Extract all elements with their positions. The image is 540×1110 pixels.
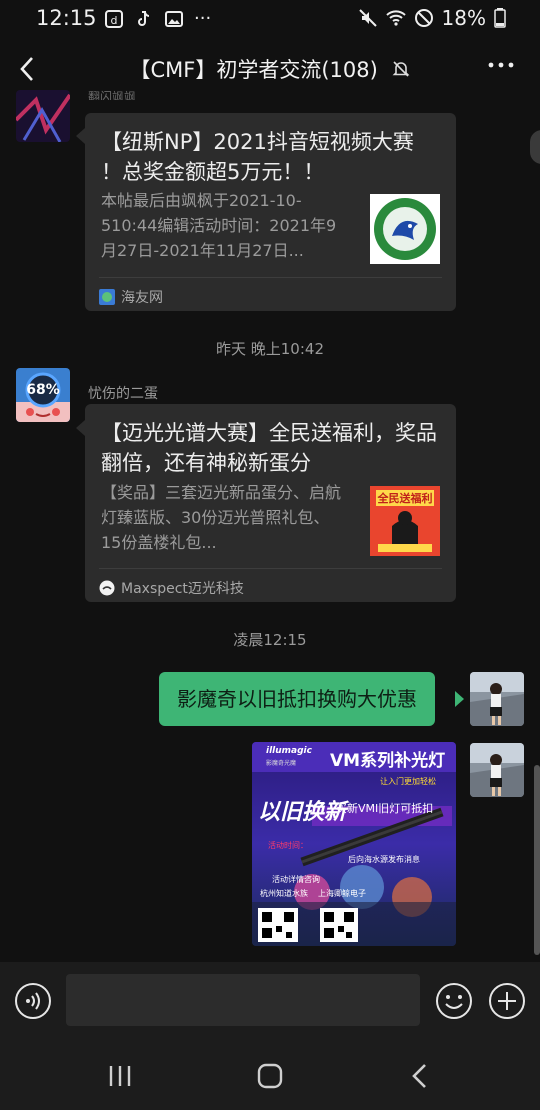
poster-offer: 买新VMI旧灯可抵扣: [336, 802, 434, 815]
my-avatar[interactable]: [470, 743, 524, 797]
poster-shop2: 上海卿鲸电子: [318, 889, 366, 898]
recent-apps-button[interactable]: [104, 1060, 136, 1092]
haiyou-logo-icon: [374, 198, 436, 260]
input-bar: [0, 962, 540, 1042]
scrollbar[interactable]: [534, 765, 540, 955]
battery-icon: [494, 8, 506, 28]
card-separator: [99, 568, 442, 569]
chat-title: 【CMF】初学者交流(108): [129, 58, 378, 82]
emoji-button[interactable]: [435, 982, 473, 1020]
avatar-badge: 68%: [26, 382, 60, 398]
bubble-tail: [455, 691, 464, 707]
more-notifications-icon: ···: [194, 8, 212, 29]
my-avatar[interactable]: [470, 672, 524, 726]
more-options-button[interactable]: [488, 60, 514, 70]
promo-thumbnail-text: 全民送福利: [377, 492, 433, 505]
chat-title-wrap: 【CMF】初学者交流(108): [0, 54, 540, 84]
card-source: Maxspect迈光科技: [99, 578, 244, 598]
do-not-disturb-icon: [414, 9, 433, 27]
link-card[interactable]: 【纽斯NP】2021抖音短视频大赛 ！总奖金额超5万元！！ 本帖最后由飒枫于20…: [85, 113, 456, 311]
sender-name: 忧伤的二蛋: [88, 386, 158, 402]
avatar[interactable]: [16, 90, 70, 142]
poster-brand: illumagic: [266, 746, 312, 756]
muted-bell-icon: [392, 61, 409, 77]
poster-line2: 后向海水源发布消息: [348, 855, 420, 864]
card-thumbnail: [370, 194, 440, 264]
svg-text:d: d: [111, 14, 118, 27]
edge-panel-handle[interactable]: [530, 130, 540, 164]
card-source: 海友网: [99, 287, 163, 307]
card-description: 本帖最后由飒枫于2021-10-510:44编辑活动时间：2021年9月27日-…: [101, 191, 337, 260]
sender-name: 翻闪飒飒: [88, 90, 137, 100]
poster-line1: 活动时间：: [268, 841, 308, 850]
time-divider: 昨天 晚上10:42: [216, 340, 324, 358]
tiktok-notification-icon: [138, 10, 150, 26]
card-tail: [76, 128, 85, 144]
avatar[interactable]: 68%: [16, 368, 70, 422]
battery-percent: 18%: [441, 6, 486, 30]
status-bar: 12:15 d ··· 18%: [0, 0, 540, 38]
add-attachment-button[interactable]: [488, 982, 526, 1020]
card-source-label: Maxspect迈光科技: [121, 581, 244, 597]
haiyou-source-icon: [99, 289, 115, 305]
d-notification-icon: d: [105, 9, 123, 28]
status-time: 12:15: [36, 6, 97, 30]
my-avatar-image-icon: [470, 672, 524, 726]
poster-brand-sub: 影魔奇光魔: [266, 760, 297, 767]
link-card[interactable]: 【迈光光谱大赛】全民送福利，奖品翻倍，还有神秘新蛋分 【奖品】三套迈光新品蛋分、…: [85, 404, 456, 602]
poster-sub-banner: 让入门更加轻松: [380, 777, 436, 786]
home-button[interactable]: [254, 1060, 286, 1092]
system-nav-bar: [0, 1042, 540, 1110]
time-divider: 凌晨12:15: [233, 631, 307, 649]
back-nav-button[interactable]: [404, 1060, 436, 1092]
poster-headline: VM系列补光灯: [330, 751, 446, 771]
wifi-icon: [385, 10, 406, 26]
chat-header: 【CMF】初学者交流(108): [0, 40, 540, 98]
status-right: 18%: [358, 6, 506, 30]
poster-big-text: 以旧换新: [258, 800, 347, 825]
poster-line3: 活动详情咨询: [272, 875, 320, 884]
mute-status-icon: [358, 9, 377, 27]
image-notification-icon: [165, 10, 183, 27]
status-left-icons: d ···: [104, 8, 211, 29]
my-text-message[interactable]: 影魔奇以旧抵扣换购大优惠: [159, 672, 435, 726]
card-description: 【奖品】三套迈光新品蛋分、启航灯臻蓝版、30份迈光普照礼包、15份盖楼礼包...: [101, 483, 342, 552]
message-input[interactable]: [66, 974, 420, 1026]
card-thumbnail: 全民送福利: [370, 486, 440, 556]
poster-shop1: 杭州知道水族: [260, 889, 308, 898]
card-title: 【纽斯NP】2021抖音短视频大赛 ！总奖金额超5万元！！: [101, 130, 414, 184]
card-title: 【迈光光谱大赛】全民送福利，奖品翻倍，还有神秘新蛋分: [101, 421, 437, 475]
maxspect-source-icon: [99, 580, 115, 596]
avatar-image-icon: [16, 90, 70, 142]
card-source-label: 海友网: [121, 290, 163, 306]
my-avatar-image-icon: [470, 743, 524, 797]
card-tail: [76, 420, 85, 436]
my-image-message[interactable]: illumagic 影魔奇光魔 VM系列补光灯 让入门更加轻松 以旧换新 买新V…: [252, 742, 456, 946]
card-separator: [99, 277, 442, 278]
voice-input-button[interactable]: [14, 982, 52, 1020]
